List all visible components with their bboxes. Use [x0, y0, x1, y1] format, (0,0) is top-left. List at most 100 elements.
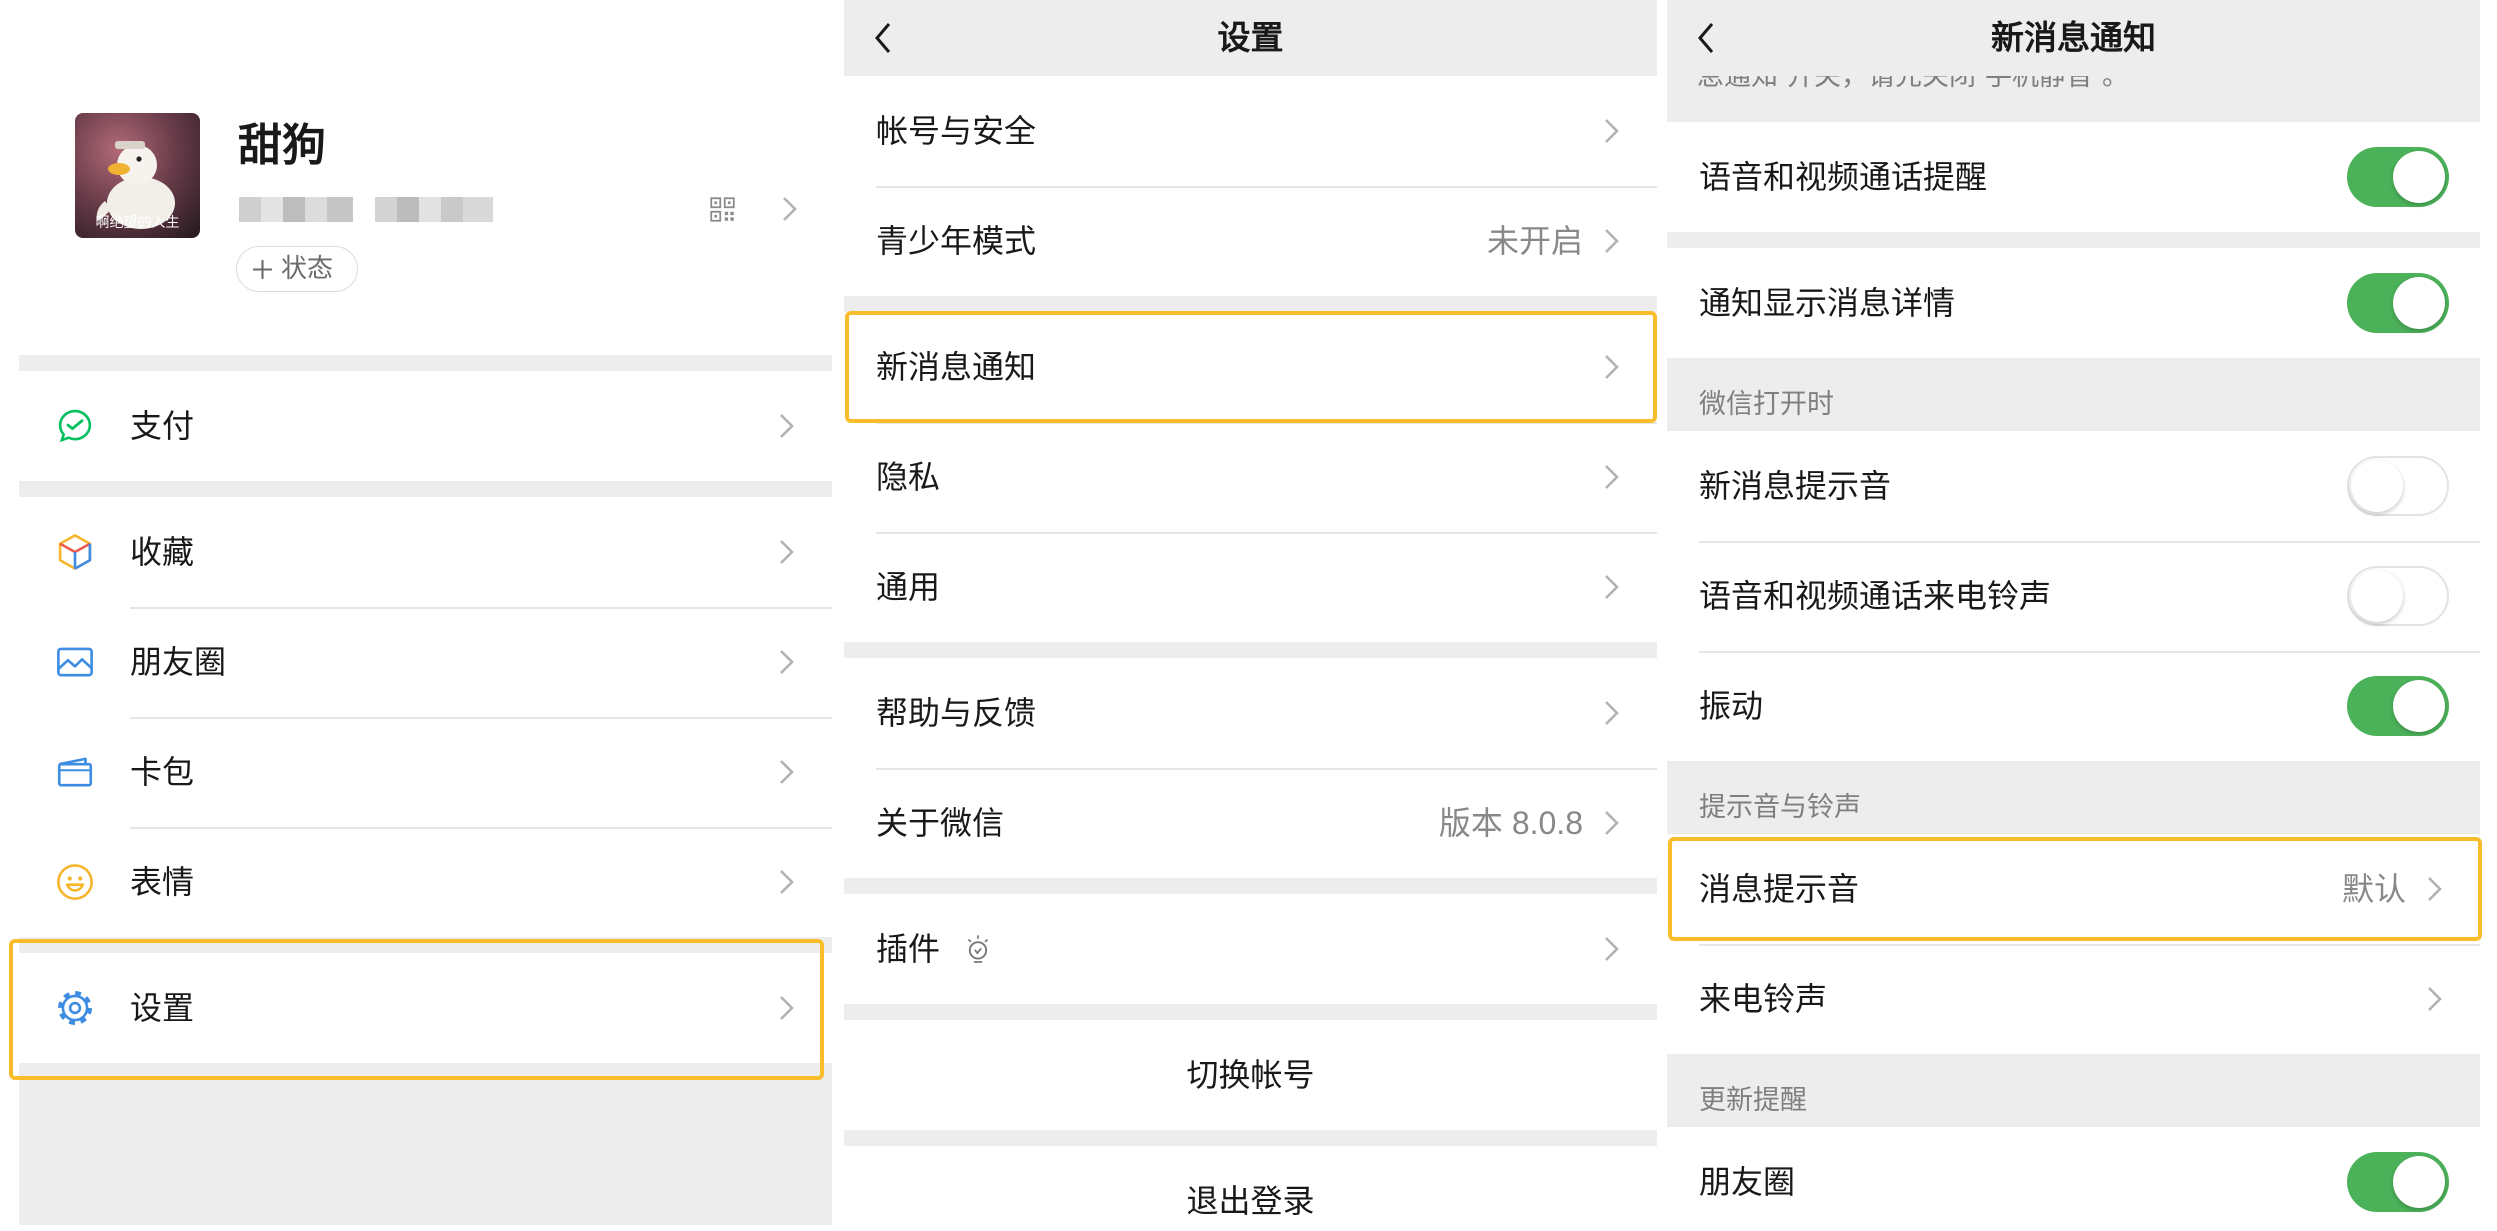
chevron-right-icon — [2427, 986, 2443, 1012]
highlight-box-new-message-notifications — [845, 311, 1657, 423]
section-header: 提示音与铃声 — [1667, 761, 2480, 834]
logout-button[interactable]: 退出登录 — [844, 1146, 1657, 1225]
toggle-knob — [2393, 1156, 2445, 1208]
settings-item-value: 未开启 — [1486, 223, 1583, 259]
settings-item-label: 通用 — [876, 569, 941, 605]
blurred-wechat-id — [239, 197, 499, 222]
highlight-box-message-sound — [1668, 837, 2482, 941]
qr-code-icon[interactable] — [709, 196, 736, 223]
plus-icon — [252, 259, 273, 280]
settings-item-about-wechat[interactable]: 关于微信 版本 8.0.8 — [844, 768, 1657, 878]
menu-item-favorites[interactable]: 收藏 — [19, 497, 832, 607]
nav-bar: 新消息通知 — [1667, 0, 2480, 76]
toggle-switch[interactable] — [2347, 566, 2449, 626]
chevron-right-icon — [779, 413, 795, 439]
toggle-knob — [2393, 151, 2445, 203]
toggle-knob — [2351, 570, 2403, 622]
section-header-label: 微信打开时 — [1699, 389, 1834, 419]
switch-account-button[interactable]: 切换帐号 — [844, 1020, 1657, 1130]
nav-bar: 设置 — [844, 0, 1657, 76]
settings-item-label: 帐号与安全 — [876, 113, 1037, 149]
setting-label: 来电铃声 — [1699, 981, 1828, 1017]
setting-label: 振动 — [1699, 688, 1764, 724]
menu-item-moments[interactable]: 朋友圈 — [19, 607, 832, 717]
setting-call-ringtone: 语音和视频通话来电铃声 — [1667, 541, 2480, 651]
chevron-right-icon — [1604, 810, 1620, 836]
toggle-knob — [2393, 680, 2445, 732]
settings-page: 设置 帐号与安全 青少年模式 未开启 新消息通知 隐私 通用 帮助与反馈 关于微… — [844, 0, 1657, 1225]
setting-show-message-details: 通知显示消息详情 — [1667, 248, 2480, 358]
card-wallet-icon — [54, 751, 96, 793]
setting-label: 语音和视频通话来电铃声 — [1699, 578, 2052, 614]
settings-item-privacy[interactable]: 隐私 — [844, 422, 1657, 532]
settings-item-label: 关于微信 — [876, 805, 1005, 841]
settings-item-label: 帮助与反馈 — [876, 695, 1037, 731]
chevron-right-icon — [779, 759, 795, 785]
notification-hint-text: 息通知”开关，请先关闭“手机静音”。 — [1697, 76, 2129, 91]
toggle-knob — [2351, 460, 2403, 512]
favorites-cube-icon — [54, 531, 96, 573]
notification-hint: 息通知”开关，请先关闭“手机静音”。 — [1667, 76, 2480, 122]
setting-moments-updates: 朋友圈 — [1667, 1127, 2480, 1225]
section-header: 更新提醒 — [1667, 1054, 2480, 1127]
chevron-right-icon — [779, 539, 795, 565]
setting-label: 通知显示消息详情 — [1699, 285, 1956, 321]
toggle-switch[interactable] — [2347, 273, 2449, 333]
menu-item-label: 卡包 — [130, 754, 195, 790]
version-value: 版本 8.0.8 — [1438, 805, 1583, 841]
page-title: 新消息通知 — [1991, 19, 2156, 56]
chevron-right-icon — [1604, 574, 1620, 600]
settings-item-teen-mode[interactable]: 青少年模式 未开启 — [844, 186, 1657, 296]
menu-item-pay[interactable]: 支付 — [19, 371, 832, 481]
settings-item-label: 隐私 — [876, 459, 941, 495]
section-header-label: 提示音与铃声 — [1699, 792, 1861, 822]
chevron-right-icon — [1604, 118, 1620, 144]
setting-label: 新消息提示音 — [1699, 468, 1892, 504]
chevron-right-icon — [1604, 936, 1620, 962]
moments-picture-icon — [54, 641, 96, 683]
logout-label: 退出登录 — [1186, 1183, 1315, 1219]
profile-header[interactable]: 啊绝望的人生 甜狗 状态 — [19, 0, 832, 355]
switch-account-label: 切换帐号 — [1186, 1057, 1315, 1093]
highlight-box-settings — [9, 939, 824, 1080]
menu-item-label: 收藏 — [130, 534, 195, 570]
setting-vibration: 振动 — [1667, 651, 2480, 761]
menu-item-stickers[interactable]: 表情 — [19, 827, 832, 937]
toggle-switch[interactable] — [2347, 147, 2449, 207]
wechat-pay-icon — [54, 405, 96, 447]
chevron-right-icon — [779, 869, 795, 895]
toggle-switch[interactable] — [2347, 676, 2449, 736]
setting-new-message-sound: 新消息提示音 — [1667, 431, 2480, 541]
page-title: 设置 — [1217, 19, 1284, 56]
avatar[interactable]: 啊绝望的人生 — [75, 113, 200, 238]
menu-item-card-wallet[interactable]: 卡包 — [19, 717, 832, 827]
new-message-notifications-page: 新消息通知 息通知”开关，请先关闭“手机静音”。 语音和视频通话提醒 通知显示消… — [1667, 0, 2480, 1225]
chevron-right-icon — [782, 196, 798, 222]
settings-item-label: 插件 — [876, 931, 941, 967]
status-button[interactable]: 状态 — [236, 246, 358, 292]
menu-item-label: 朋友圈 — [130, 644, 227, 680]
chevron-right-icon — [1604, 700, 1620, 726]
settings-item-help-feedback[interactable]: 帮助与反馈 — [844, 658, 1657, 768]
settings-item-general[interactable]: 通用 — [844, 532, 1657, 642]
toggle-switch[interactable] — [2347, 1152, 2449, 1212]
setting-label: 朋友圈 — [1699, 1164, 1796, 1200]
sticker-smiley-icon — [54, 861, 96, 903]
toggle-switch[interactable] — [2347, 456, 2449, 516]
setting-voice-video-call-alerts: 语音和视频通话提醒 — [1667, 122, 2480, 232]
toggle-knob — [2393, 277, 2445, 329]
chevron-right-icon — [1604, 464, 1620, 490]
settings-item-account-security[interactable]: 帐号与安全 — [844, 76, 1657, 186]
menu-item-label: 支付 — [130, 408, 195, 444]
status-label: 状态 — [281, 253, 334, 283]
plugin-bulb-icon — [964, 934, 992, 964]
setting-label: 语音和视频通话提醒 — [1699, 159, 1988, 195]
chevron-right-icon — [1604, 228, 1620, 254]
chevron-right-icon — [779, 649, 795, 675]
setting-ringtone[interactable]: 来电铃声 — [1667, 944, 2480, 1054]
avatar-caption: 啊绝望的人生 — [95, 214, 180, 230]
profile-name: 甜狗 — [238, 121, 326, 170]
section-header-label: 更新提醒 — [1699, 1085, 1807, 1115]
menu-item-label: 表情 — [130, 864, 195, 900]
settings-item-plugins[interactable]: 插件 — [844, 894, 1657, 1004]
